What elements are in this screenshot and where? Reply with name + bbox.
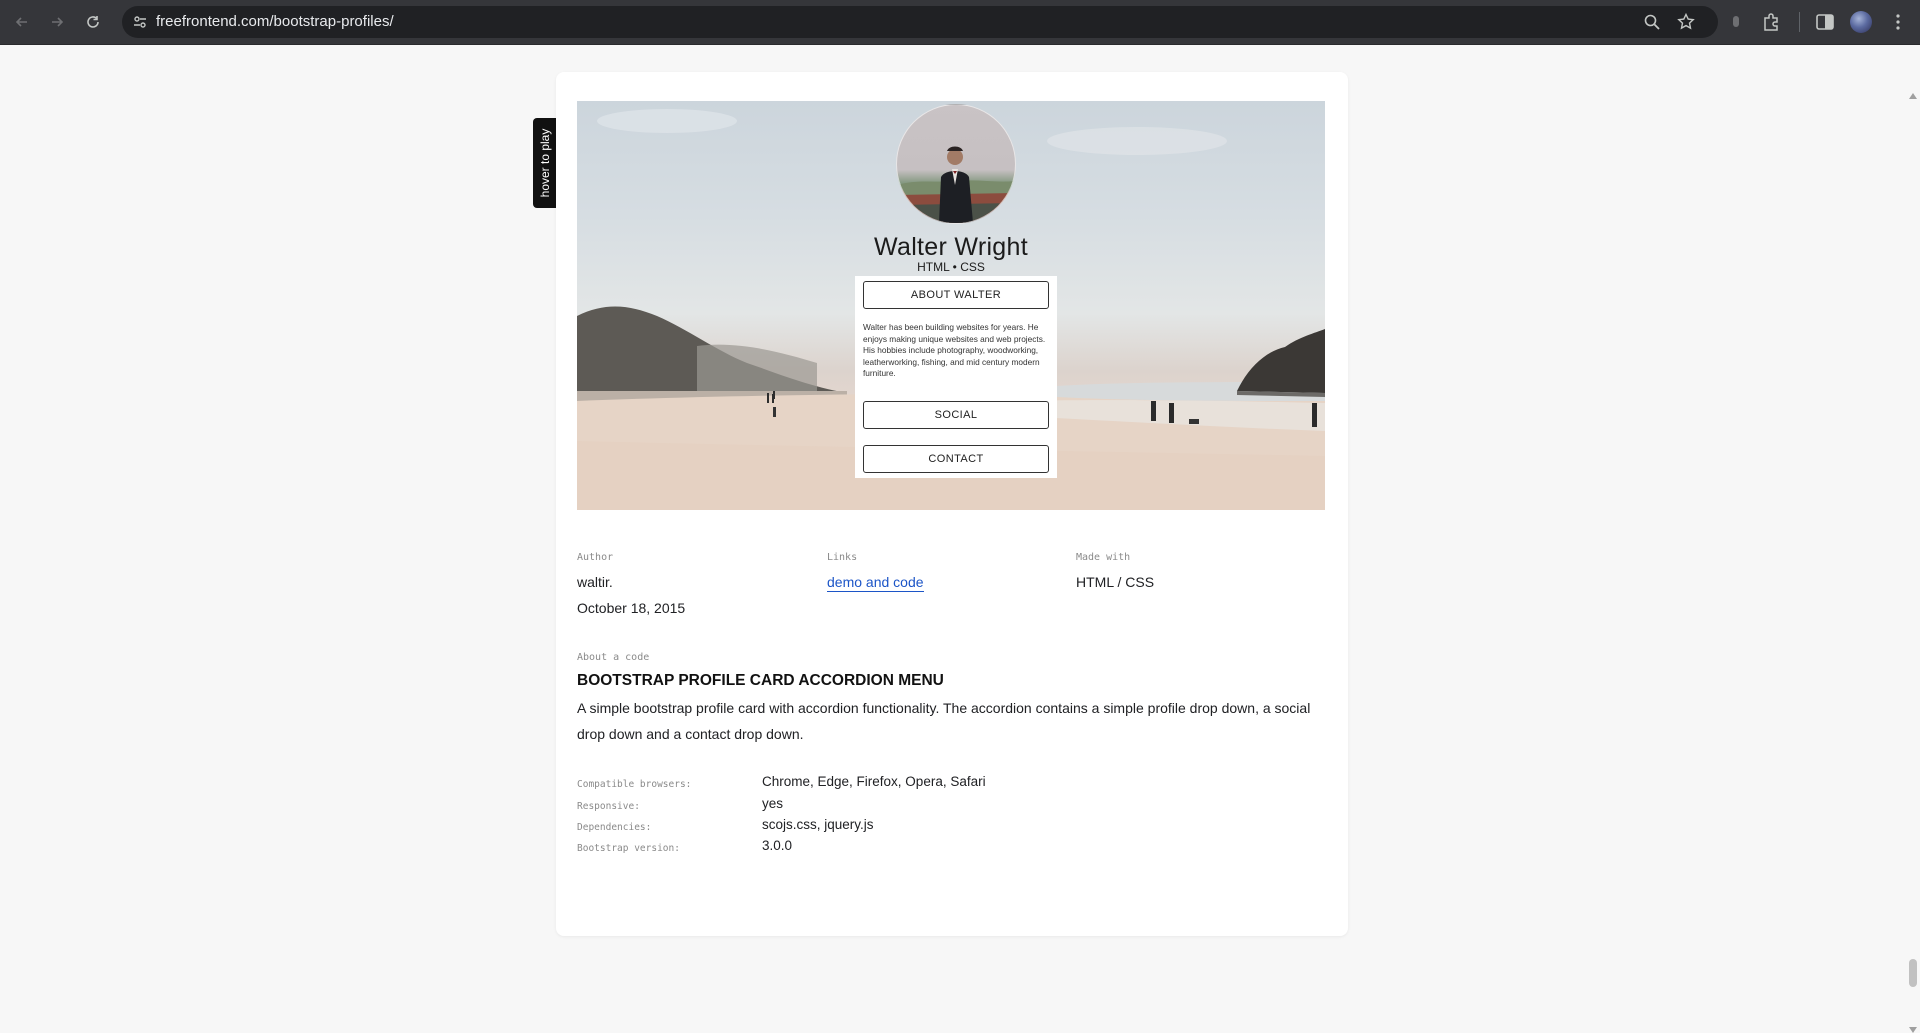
- spec-value-responsive: yes: [762, 796, 784, 811]
- about-walter-text: Walter has been building websites for ye…: [863, 322, 1046, 378]
- contact-button[interactable]: CONTACT: [863, 445, 1049, 473]
- profile-avatar[interactable]: [1850, 11, 1872, 33]
- url-text[interactable]: freefrontend.com/bootstrap-profiles/: [156, 6, 394, 38]
- code-description: A simple bootstrap profile card with acc…: [577, 700, 1311, 742]
- scrollbar-thumb[interactable]: [1909, 959, 1917, 987]
- spec-value-bootstrap: 3.0.0: [762, 838, 793, 853]
- hover-to-play-label: hover to play: [537, 128, 552, 198]
- profile-role: HTML • CSS: [917, 260, 985, 274]
- scroll-down-icon[interactable]: [1909, 1027, 1917, 1033]
- scroll-up-icon[interactable]: [1909, 93, 1917, 99]
- social-button[interactable]: SOCIAL: [863, 401, 1049, 429]
- forward-icon[interactable]: [45, 10, 69, 34]
- bookmark-star-icon[interactable]: [1676, 12, 1696, 32]
- extension-puzzle-icon[interactable]: [1760, 10, 1784, 34]
- toolbar-separator: [1799, 12, 1800, 32]
- spec-label-dependencies: Dependencies:: [577, 822, 652, 833]
- code-title: BOOTSTRAP PROFILE CARD ACCORDION MENU: [577, 672, 944, 689]
- spec-label-browsers: Compatible browsers:: [577, 779, 692, 790]
- profile-photo: [896, 104, 1016, 224]
- demo-preview[interactable]: Walter Wright HTML • CSS ABOUT WALTER Wa…: [577, 101, 1325, 510]
- publish-date: October 18, 2015: [577, 600, 686, 616]
- menu-kebab-icon[interactable]: [1886, 10, 1910, 34]
- spec-value-dependencies: scojs.css, jquery.js: [762, 817, 874, 832]
- spec-label-responsive: Responsive:: [577, 801, 640, 812]
- hover-to-play-tab[interactable]: hover to play: [533, 118, 556, 208]
- links-label: Links: [827, 552, 858, 563]
- content-card: Walter Wright HTML • CSS ABOUT WALTER Wa…: [556, 72, 1348, 936]
- browser-toolbar: freefrontend.com/bootstrap-profiles/: [0, 0, 1920, 45]
- extension-icon[interactable]: [1724, 10, 1748, 34]
- site-info-icon[interactable]: [130, 12, 150, 32]
- reload-icon[interactable]: [81, 10, 105, 34]
- side-panel-icon[interactable]: [1813, 10, 1837, 34]
- spec-value-browsers: Chrome, Edge, Firefox, Opera, Safari: [762, 774, 986, 789]
- profile-accordion: ABOUT WALTER Walter has been building we…: [855, 276, 1057, 478]
- about-walter-button[interactable]: ABOUT WALTER: [863, 281, 1049, 309]
- page-scrollbar[interactable]: [1906, 45, 1920, 1033]
- back-icon[interactable]: [10, 10, 34, 34]
- author-name[interactable]: waltir.: [577, 574, 613, 590]
- profile-name: Walter Wright: [874, 233, 1028, 261]
- zoom-icon[interactable]: [1642, 12, 1662, 32]
- address-bar[interactable]: freefrontend.com/bootstrap-profiles/: [122, 6, 1718, 38]
- demo-and-code-link[interactable]: demo and code: [827, 574, 924, 592]
- made-with-label: Made with: [1076, 552, 1131, 563]
- about-code-label: About a code: [577, 652, 650, 663]
- author-label: Author: [577, 552, 614, 563]
- spec-label-bootstrap: Bootstrap version:: [577, 843, 680, 854]
- made-with-value: HTML / CSS: [1076, 574, 1155, 590]
